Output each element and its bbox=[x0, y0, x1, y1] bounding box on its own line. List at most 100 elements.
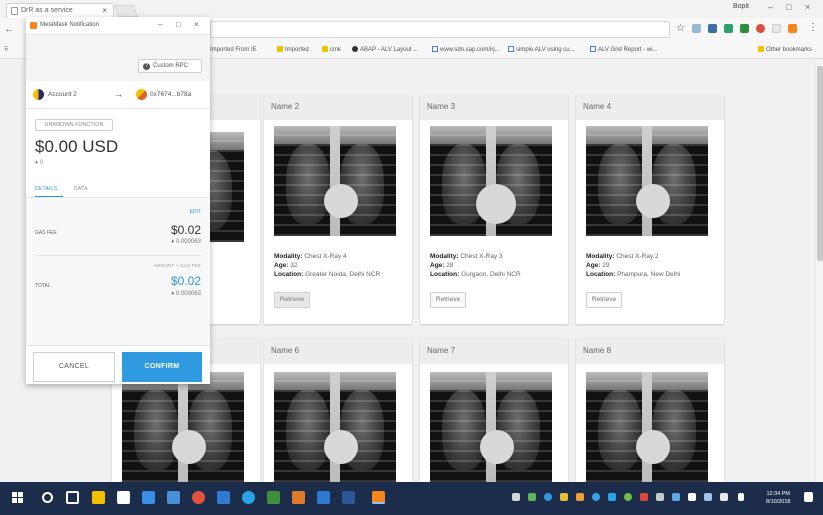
amount-usd: $0.00 USD bbox=[35, 137, 119, 156]
modality-line: Modality: Chest X-Ray 4 bbox=[274, 253, 347, 260]
divider bbox=[35, 255, 201, 256]
tab-data[interactable]: DATA bbox=[74, 186, 88, 192]
language-icon[interactable] bbox=[738, 493, 744, 501]
tray-icon[interactable] bbox=[688, 493, 696, 501]
network-icon[interactable] bbox=[704, 493, 712, 501]
close-window-icon[interactable]: × bbox=[805, 2, 810, 12]
bookmark-item[interactable]: www.sdn.sap.com/irj... bbox=[432, 46, 500, 53]
close-icon[interactable]: × bbox=[102, 6, 107, 15]
extension-icon[interactable] bbox=[692, 24, 701, 33]
tray-icon[interactable] bbox=[512, 493, 520, 501]
tray-icon[interactable] bbox=[544, 493, 552, 501]
app-icon[interactable] bbox=[292, 491, 305, 504]
vscode-icon[interactable] bbox=[317, 491, 330, 504]
location-line: Location: Gurgaon, Delhi NCR bbox=[430, 271, 521, 278]
xray-image[interactable] bbox=[586, 126, 708, 236]
age-value: 28 bbox=[446, 262, 454, 269]
tray-icon[interactable] bbox=[640, 493, 648, 501]
cancel-button[interactable]: CANCEL bbox=[33, 352, 115, 382]
new-tab-button[interactable] bbox=[113, 5, 139, 17]
metamask-fox-icon[interactable] bbox=[372, 491, 385, 504]
scrollbar-thumb[interactable] bbox=[817, 66, 823, 261]
network-header: ? Custom RPC bbox=[26, 35, 210, 81]
modality-value: Chest X-Ray 2 bbox=[616, 253, 659, 260]
bookmark-item[interactable]: ALV Grid Report - wi... bbox=[590, 46, 658, 53]
star-icon[interactable]: ☆ bbox=[676, 23, 685, 34]
tray-icon[interactable] bbox=[672, 493, 680, 501]
xray-image[interactable] bbox=[586, 372, 708, 482]
store-icon[interactable] bbox=[117, 491, 130, 504]
tray-icon[interactable] bbox=[624, 493, 632, 501]
metamask-fox-icon[interactable] bbox=[788, 24, 797, 33]
sender-recipient-row: Account 2 → 0x7674...b78a bbox=[26, 81, 210, 109]
age-value: 29 bbox=[602, 262, 610, 269]
bookmark-item[interactable]: Imported bbox=[277, 46, 309, 53]
profile-name[interactable]: Bopit bbox=[733, 3, 749, 10]
extension-icon[interactable] bbox=[740, 24, 749, 33]
file-explorer-icon[interactable] bbox=[92, 491, 105, 504]
minimize-icon[interactable]: – bbox=[768, 2, 773, 12]
xray-image[interactable] bbox=[430, 372, 552, 482]
tray-icon[interactable] bbox=[608, 493, 616, 501]
menu-kebab-icon[interactable]: ⋮ bbox=[808, 22, 818, 33]
tray-icon[interactable] bbox=[656, 493, 664, 501]
edge-browser-icon[interactable] bbox=[142, 491, 155, 504]
task-view-icon[interactable] bbox=[66, 491, 79, 504]
folder-icon bbox=[758, 46, 764, 52]
page-scrollbar[interactable] bbox=[815, 60, 823, 482]
retrieve-button[interactable]: Retrieve bbox=[430, 292, 466, 308]
browser-tab[interactable]: DrR as a service × bbox=[6, 3, 114, 18]
network-selector[interactable]: ? Custom RPC bbox=[138, 59, 202, 73]
bookmark-item[interactable]: simple ALV using cu... bbox=[508, 46, 575, 53]
system-clock[interactable]: 12:34 PM 8/10/2018 bbox=[766, 490, 790, 506]
outlook-icon[interactable] bbox=[217, 491, 230, 504]
function-badge: UNKNOWN FUNCTION bbox=[35, 119, 113, 131]
tray-icon[interactable] bbox=[560, 493, 568, 501]
back-arrow-icon[interactable]: ← bbox=[4, 24, 14, 35]
retrieve-button[interactable]: Retrieve bbox=[274, 292, 310, 308]
extension-icon[interactable] bbox=[724, 24, 733, 33]
extension-icon[interactable] bbox=[708, 24, 717, 33]
total-usd: $0.02 bbox=[170, 274, 201, 288]
extension-icon[interactable] bbox=[772, 24, 781, 33]
bookmark-item[interactable]: ABAP - ALV Layout ... bbox=[352, 46, 418, 53]
search-icon[interactable] bbox=[42, 492, 53, 503]
windows-start-icon[interactable] bbox=[12, 492, 24, 504]
address-bar[interactable] bbox=[210, 21, 670, 38]
retrieve-button[interactable]: Retrieve bbox=[586, 292, 622, 308]
doc-icon bbox=[432, 46, 438, 52]
volume-icon[interactable] bbox=[720, 493, 728, 501]
word-icon[interactable] bbox=[342, 491, 355, 504]
close-icon[interactable]: × bbox=[194, 20, 199, 29]
patient-card: Name 3 Modality: Chest X-Ray 3 Age: 28 L… bbox=[420, 94, 568, 324]
tab-details[interactable]: DETAILS bbox=[35, 186, 58, 192]
doc-icon bbox=[508, 46, 514, 52]
modality-line: Modality: Chest X-Ray 2 bbox=[586, 253, 659, 260]
maximize-icon[interactable]: □ bbox=[786, 2, 791, 12]
other-bookmarks[interactable]: Other bookmarks bbox=[758, 46, 812, 53]
location-value: Gurgaon, Delhi NCR bbox=[461, 271, 521, 278]
xray-image[interactable] bbox=[430, 126, 552, 236]
bookmark-item[interactable]: Imported From IE bbox=[202, 46, 257, 53]
card-title: Name 7 bbox=[420, 338, 568, 364]
apps-grid-icon[interactable]: ⠿ bbox=[4, 46, 8, 53]
xray-image[interactable] bbox=[122, 372, 244, 482]
tray-icon[interactable] bbox=[576, 493, 584, 501]
location-line: Location: Phampura, New Delhi bbox=[586, 271, 681, 278]
chrome-icon[interactable] bbox=[192, 491, 205, 504]
edit-link[interactable]: EDIT bbox=[190, 209, 201, 215]
xray-image[interactable] bbox=[274, 372, 396, 482]
confirm-button[interactable]: CONFIRM bbox=[122, 352, 202, 382]
bookmark-item[interactable]: cmk bbox=[322, 46, 341, 53]
xray-image[interactable] bbox=[274, 126, 396, 236]
minimize-icon[interactable]: – bbox=[158, 20, 162, 29]
arrow-right-icon: → bbox=[114, 89, 123, 99]
tray-icon[interactable] bbox=[592, 493, 600, 501]
skype-icon[interactable] bbox=[242, 491, 255, 504]
extension-icon[interactable] bbox=[756, 24, 765, 33]
maximize-icon[interactable]: □ bbox=[176, 20, 181, 29]
excel-icon[interactable] bbox=[267, 491, 280, 504]
mail-icon[interactable] bbox=[167, 491, 180, 504]
notifications-icon[interactable] bbox=[804, 492, 813, 502]
tray-icon[interactable] bbox=[528, 493, 536, 501]
